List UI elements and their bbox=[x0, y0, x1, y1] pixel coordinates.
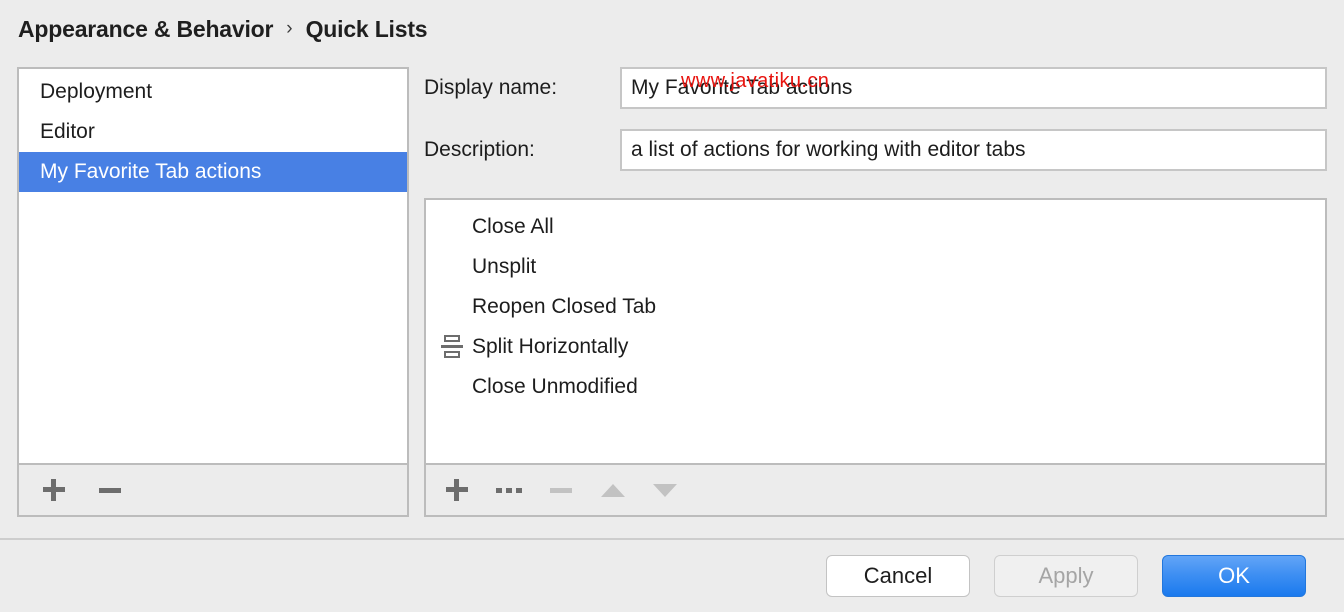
minus-icon bbox=[99, 487, 121, 493]
description-input[interactable] bbox=[620, 129, 1327, 171]
action-label: Unsplit bbox=[472, 255, 537, 278]
breadcrumb-parent[interactable]: Appearance & Behavior bbox=[18, 16, 273, 43]
list-item[interactable]: Close Unmodified bbox=[426, 367, 1325, 407]
list-item[interactable]: Deployment bbox=[19, 72, 407, 112]
add-separator-button[interactable] bbox=[492, 473, 526, 507]
quick-list-details: Display name: Description: Close All Uns… bbox=[424, 67, 1327, 517]
action-icon-slot bbox=[434, 332, 472, 362]
minus-icon bbox=[550, 487, 572, 493]
display-name-row: Display name: bbox=[424, 67, 1327, 109]
list-item[interactable]: My Favorite Tab actions bbox=[19, 152, 407, 192]
quick-lists-panel: Deployment Editor My Favorite Tab action… bbox=[17, 67, 409, 517]
action-label: Reopen Closed Tab bbox=[472, 295, 657, 318]
split-horizontally-icon bbox=[441, 335, 465, 359]
triangle-down-icon bbox=[653, 483, 677, 497]
separator-dashes-icon bbox=[496, 487, 522, 493]
description-label: Description: bbox=[424, 138, 535, 161]
remove-quick-list-button[interactable] bbox=[93, 473, 127, 507]
action-label: Close All bbox=[472, 215, 554, 238]
display-name-input[interactable] bbox=[620, 67, 1327, 109]
action-icon-slot bbox=[434, 212, 472, 242]
action-label: Close Unmodified bbox=[472, 375, 638, 398]
list-item[interactable]: Unsplit bbox=[426, 247, 1325, 287]
list-item[interactable]: Split Horizontally bbox=[426, 327, 1325, 367]
quick-lists-toolbar bbox=[19, 463, 407, 515]
move-action-down-button[interactable] bbox=[648, 473, 682, 507]
display-name-label: Display name: bbox=[424, 76, 558, 99]
action-icon-slot bbox=[434, 252, 472, 282]
action-icon-slot bbox=[434, 292, 472, 322]
actions-panel: Close All Unsplit Reopen Closed Tab Spli… bbox=[424, 198, 1327, 517]
add-quick-list-button[interactable] bbox=[37, 473, 71, 507]
breadcrumb: Appearance & Behavior › Quick Lists bbox=[18, 12, 428, 46]
actions-toolbar bbox=[426, 463, 1325, 515]
plus-icon bbox=[43, 479, 65, 501]
list-item[interactable]: Reopen Closed Tab bbox=[426, 287, 1325, 327]
triangle-up-icon bbox=[601, 483, 625, 497]
add-action-button[interactable] bbox=[440, 473, 474, 507]
plus-icon bbox=[446, 479, 468, 501]
description-row: Description: bbox=[424, 129, 1327, 171]
ok-button[interactable]: OK bbox=[1162, 555, 1306, 597]
actions-listbox[interactable]: Close All Unsplit Reopen Closed Tab Spli… bbox=[426, 200, 1325, 463]
dialog-footer: Cancel Apply OK bbox=[0, 540, 1344, 612]
move-action-up-button[interactable] bbox=[596, 473, 630, 507]
quick-lists-listbox[interactable]: Deployment Editor My Favorite Tab action… bbox=[19, 69, 407, 463]
breadcrumb-current: Quick Lists bbox=[305, 15, 428, 42]
list-item[interactable]: Close All bbox=[426, 207, 1325, 247]
apply-button[interactable]: Apply bbox=[994, 555, 1138, 597]
chevron-right-icon: › bbox=[286, 18, 293, 39]
remove-action-button[interactable] bbox=[544, 473, 578, 507]
cancel-button[interactable]: Cancel bbox=[826, 555, 970, 597]
list-item[interactable]: Editor bbox=[19, 112, 407, 152]
action-label: Split Horizontally bbox=[472, 335, 629, 358]
action-icon-slot bbox=[434, 372, 472, 402]
